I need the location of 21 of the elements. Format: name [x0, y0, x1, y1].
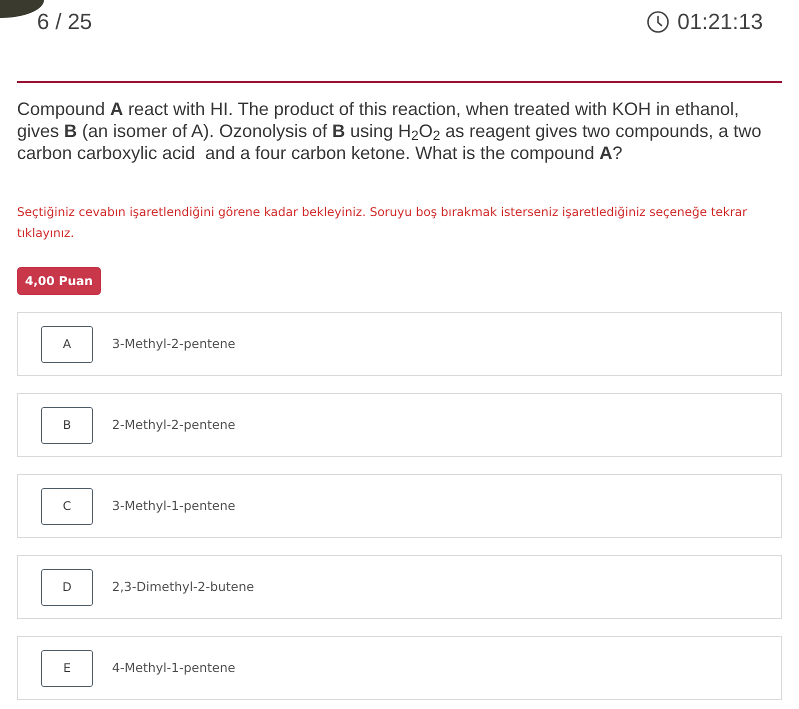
- clock-icon: [647, 11, 670, 33]
- option-text: 3-Methyl-1-pentene: [112, 496, 236, 515]
- points-badge: 4,00 Puan: [17, 267, 101, 295]
- question-text: Compound A react with HI. The product of this reaction, when treated with KOH in ethanol, gives B (an isomer of A). Ozonolysis of B using H$_{2}$O$_{2}$ as reagent gives two compounds, a two carbon carboxylic acid and a four carbon ketone. What is the compound A?: [17, 98, 762, 164]
- answer-option[interactable]: A 3-Methyl-2-pentene: [17, 312, 782, 376]
- option-text: 2,3-Dimethyl-2-butene: [112, 578, 254, 596]
- option-letter: A: [41, 326, 93, 362]
- answer-option[interactable]: D 2,3-Dimethyl-2-butene: [17, 555, 782, 619]
- option-text: 4-Methyl-1-pentene: [112, 658, 236, 677]
- option-text: 2-Methyl-2-pentene: [112, 416, 236, 434]
- option-letter: B: [41, 406, 93, 444]
- question-counter: 6 / 25: [37, 9, 92, 35]
- option-text: 3-Methyl-2-pentene: [112, 334, 236, 353]
- answer-option[interactable]: C 3-Methyl-1-pentene: [17, 474, 782, 538]
- countdown-timer: 01:21:13: [677, 9, 763, 35]
- option-letter: C: [41, 488, 93, 524]
- answer-option[interactable]: B 2-Methyl-2-pentene: [17, 393, 782, 457]
- instruction-text: Seçtiğiniz cevabın işaretlendiğini görene kadar bekleyiniz. Soruyu boş bırakmak isterseniz işaretlediğiniz seçeneğe tekrar tıklayınız.: [17, 204, 748, 242]
- option-letter: D: [41, 568, 93, 606]
- option-letter: E: [41, 650, 93, 686]
- answer-option[interactable]: E 4-Methyl-1-pentene: [17, 636, 782, 700]
